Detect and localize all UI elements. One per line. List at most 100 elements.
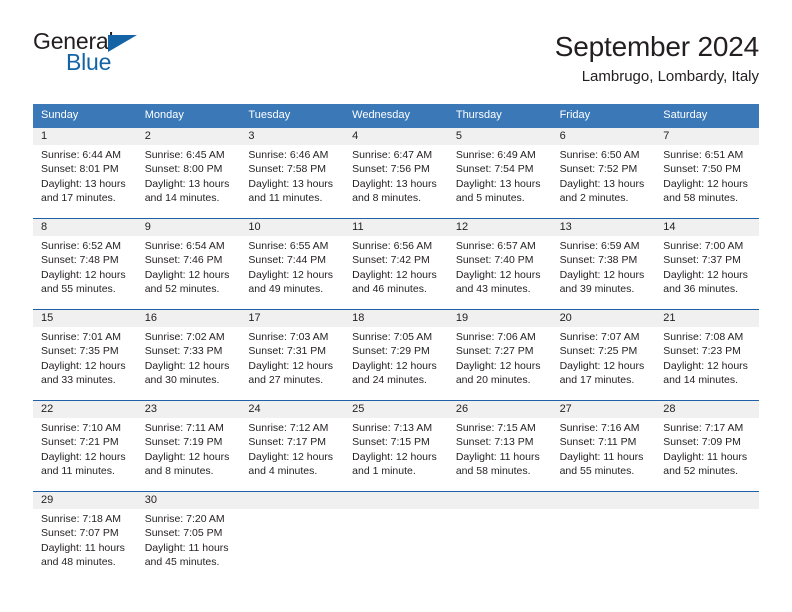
weekday-header-saturday: Saturday [663,109,708,121]
sunset-text: Sunset: 7:31 PM [248,345,327,358]
day-number [560,492,650,509]
sunrise-text: Sunrise: 6:59 AM [559,240,640,252]
daylight-text-line1: Daylight: 11 hours [455,450,540,463]
day-number: 19 [455,312,469,324]
sunrise-text: Sunrise: 7:06 AM [455,331,536,343]
calendar-day-cell[interactable]: 18 Sunrise: 7:05 AM Sunset: 7:29 PM Dayl… [344,310,448,400]
daylight-text-line2: and 5 minutes. [455,192,525,205]
calendar-day-cell[interactable]: 20 Sunrise: 7:07 AM Sunset: 7:25 PM Dayl… [552,310,656,400]
daylight-text-line2: and 14 minutes. [663,374,738,387]
sunrise-text: Sunrise: 7:11 AM [144,422,224,434]
day-number: 7 [663,130,670,142]
calendar-day-cell[interactable]: 3 Sunrise: 6:46 AM Sunset: 7:58 PM Dayli… [240,128,344,218]
daylight-text-line1: Daylight: 12 hours [455,359,541,372]
calendar-day-cell[interactable]: 14 Sunrise: 7:00 AM Sunset: 7:37 PM Dayl… [655,219,759,309]
calendar-day-cell[interactable]: 9 Sunrise: 6:54 AM Sunset: 7:46 PM Dayli… [137,219,241,309]
day-number: 21 [663,312,676,324]
sunrise-text: Sunrise: 7:15 AM [455,422,536,434]
calendar-day-cell[interactable]: 8 Sunrise: 6:52 AM Sunset: 7:48 PM Dayli… [33,219,137,309]
calendar-day-cell[interactable]: 29 Sunrise: 7:18 AM Sunset: 7:07 PM Dayl… [33,492,137,577]
weekday-header-monday: Monday [144,109,184,121]
daylight-text-line2: and 20 minutes. [455,374,531,387]
sunset-text: Sunset: 7:54 PM [455,163,534,176]
calendar-day-cell[interactable]: 25 Sunrise: 7:13 AM Sunset: 7:15 PM Dayl… [344,401,448,491]
daylight-text-line1: Daylight: 12 hours [352,268,437,281]
sunrise-text: Sunrise: 7:10 AM [41,422,121,434]
sunrise-text: Sunrise: 6:44 AM [41,149,121,161]
day-number: 1 [41,130,48,142]
day-number: 25 [352,403,365,415]
calendar-day-cell[interactable]: 23 Sunrise: 7:11 AM Sunset: 7:19 PM Dayl… [137,401,241,491]
day-number: 15 [41,312,54,324]
day-number: 29 [41,494,54,506]
calendar-week-row: 15 Sunrise: 7:01 AM Sunset: 7:35 PM Dayl… [33,309,759,400]
daylight-text-line2: and 39 minutes. [559,283,635,296]
logo-triangle-icon [108,35,137,52]
day-details: Sunrise: 7:05 AM Sunset: 7:29 PM Dayligh… [352,327,442,388]
calendar-week-row: 1 Sunrise: 6:44 AM Sunset: 8:01 PM Dayli… [33,128,759,218]
calendar-day-cell[interactable]: 7 Sunrise: 6:51 AM Sunset: 7:50 PM Dayli… [655,128,759,218]
sunrise-text: Sunrise: 6:54 AM [144,240,225,252]
weekday-header-tuesday: Tuesday [248,109,291,121]
daylight-text-line1: Daylight: 12 hours [663,359,748,372]
calendar-day-cell[interactable]: 26 Sunrise: 7:15 AM Sunset: 7:13 PM Dayl… [448,401,552,491]
daylight-text-line1: Daylight: 12 hours [41,450,126,463]
daylight-text-line2: and 45 minutes. [144,556,220,569]
calendar-week-row: 8 Sunrise: 6:52 AM Sunset: 7:48 PM Dayli… [33,218,759,309]
daylight-text-line1: Daylight: 11 hours [41,541,125,554]
page-title: September 2024 [554,31,759,62]
sunset-text: Sunset: 7:42 PM [352,254,430,267]
calendar-day-cell[interactable]: 24 Sunrise: 7:12 AM Sunset: 7:17 PM Dayl… [240,401,344,491]
sunrise-text: Sunrise: 7:05 AM [352,331,433,343]
daylight-text-line1: Daylight: 12 hours [663,177,748,190]
calendar-day-cell[interactable]: 12 Sunrise: 6:57 AM Sunset: 7:40 PM Dayl… [448,219,552,309]
calendar-day-cell[interactable]: 21 Sunrise: 7:08 AM Sunset: 7:23 PM Dayl… [655,310,759,400]
calendar-day-cell[interactable]: 17 Sunrise: 7:03 AM Sunset: 7:31 PM Dayl… [240,310,344,400]
title-block: September 2024 Lambrugo, Lombardy, Italy [555,30,759,88]
day-number: 18 [352,312,365,324]
day-number: 20 [559,312,572,324]
day-details: Sunrise: 7:10 AM Sunset: 7:21 PM Dayligh… [41,418,131,479]
sunrise-text: Sunrise: 6:52 AM [41,240,121,252]
calendar-day-cell[interactable]: 10 Sunrise: 6:55 AM Sunset: 7:44 PM Dayl… [240,219,344,309]
weekday-header-wednesday: Wednesday [352,109,411,121]
sunrise-text: Sunrise: 6:55 AM [248,240,329,252]
daylight-text-line1: Daylight: 12 hours [352,450,437,463]
day-details: Sunrise: 6:56 AM Sunset: 7:42 PM Dayligh… [352,236,442,297]
day-number [663,492,753,509]
calendar-day-cell[interactable]: 13 Sunrise: 6:59 AM Sunset: 7:38 PM Dayl… [552,219,656,309]
sunrise-text: Sunrise: 7:03 AM [248,331,329,343]
calendar-day-cell[interactable]: 19 Sunrise: 7:06 AM Sunset: 7:27 PM Dayl… [448,310,552,400]
calendar-day-cell[interactable]: 11 Sunrise: 6:56 AM Sunset: 7:42 PM Dayl… [344,219,448,309]
calendar-week-row: 29 Sunrise: 7:18 AM Sunset: 7:07 PM Dayl… [33,491,759,577]
day-details: Sunrise: 7:02 AM Sunset: 7:33 PM Dayligh… [145,327,235,388]
calendar-day-cell[interactable]: 16 Sunrise: 7:02 AM Sunset: 7:33 PM Dayl… [137,310,241,400]
daylight-text-line1: Daylight: 12 hours [559,359,645,372]
day-details: Sunrise: 6:44 AM Sunset: 8:01 PM Dayligh… [41,145,131,206]
daylight-text-line2: and 58 minutes. [455,465,531,478]
calendar-day-cell[interactable]: 2 Sunrise: 6:45 AM Sunset: 8:00 PM Dayli… [137,128,241,218]
sunrise-text: Sunrise: 7:17 AM [663,422,744,434]
calendar-day-cell[interactable]: 1 Sunrise: 6:44 AM Sunset: 8:01 PM Dayli… [33,128,137,218]
sunset-text: Sunset: 7:48 PM [41,254,119,267]
calendar-day-cell[interactable]: 5 Sunrise: 6:49 AM Sunset: 7:54 PM Dayli… [448,128,552,218]
day-number: 9 [144,221,151,233]
general-blue-logo[interactable]: General Blue [33,30,153,76]
sunset-text: Sunset: 7:56 PM [352,163,430,176]
sunset-text: Sunset: 7:07 PM [41,527,119,540]
calendar-day-cell[interactable]: 22 Sunrise: 7:10 AM Sunset: 7:21 PM Dayl… [33,401,137,491]
calendar-day-cell[interactable]: 30 Sunrise: 7:20 AM Sunset: 7:05 PM Dayl… [137,492,241,577]
sunrise-text: Sunrise: 7:00 AM [663,240,744,252]
daylight-text-line1: Daylight: 12 hours [248,268,334,281]
sunrise-text: Sunrise: 7:02 AM [144,331,225,343]
day-number: 6 [559,130,566,142]
sunset-text: Sunset: 7:46 PM [144,254,223,267]
calendar-day-cell[interactable]: 6 Sunrise: 6:50 AM Sunset: 7:52 PM Dayli… [552,128,656,218]
weekday-header-thursday: Thursday [455,109,502,121]
calendar-day-cell[interactable]: 27 Sunrise: 7:16 AM Sunset: 7:11 PM Dayl… [552,401,656,491]
calendar-day-cell[interactable]: 28 Sunrise: 7:17 AM Sunset: 7:09 PM Dayl… [655,401,759,491]
calendar-day-cell[interactable]: 4 Sunrise: 6:47 AM Sunset: 7:56 PM Dayli… [344,128,448,218]
day-details: Sunrise: 7:15 AM Sunset: 7:13 PM Dayligh… [456,418,546,479]
calendar-day-cell[interactable]: 15 Sunrise: 7:01 AM Sunset: 7:35 PM Dayl… [33,310,137,400]
sunrise-text: Sunrise: 7:07 AM [559,331,640,343]
